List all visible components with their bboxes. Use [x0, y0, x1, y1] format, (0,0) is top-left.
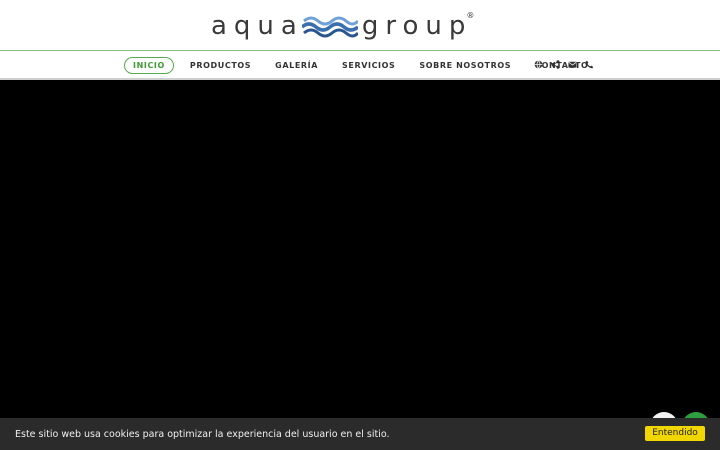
logo-text-aqua: aqua — [211, 11, 304, 41]
phone-icon[interactable] — [585, 60, 594, 69]
nav-item-sobre-nosotros[interactable]: SOBRE NOSOTROS — [419, 58, 511, 73]
registered-mark: ® — [466, 10, 475, 20]
nav-item-inicio[interactable]: INICIO — [124, 57, 174, 74]
cookie-consent-bar: Este sitio web usa cookies para optimiza… — [0, 418, 720, 450]
main-navigation: INICIO PRODUCTOS GALERÍA SERVICIOS SOBRE… — [0, 50, 720, 80]
hero-video-area[interactable] — [0, 81, 720, 418]
share-icon[interactable] — [551, 60, 560, 69]
site-header: aqua group ® — [0, 0, 720, 50]
globe-icon[interactable] — [534, 60, 543, 69]
logo-wave-icon — [301, 16, 358, 38]
nav-icon-group — [534, 60, 602, 69]
nav-item-galeria[interactable]: GALERÍA — [275, 58, 318, 73]
aquagroup-logo[interactable]: aqua group ® — [211, 10, 511, 42]
envelope-icon[interactable] — [568, 60, 577, 69]
nav-item-servicios[interactable]: SERVICIOS — [342, 58, 395, 73]
nav-item-productos[interactable]: PRODUCTOS — [190, 58, 251, 73]
logo-text-group: group — [361, 11, 473, 41]
cookie-accept-button[interactable]: Entendido — [645, 426, 705, 441]
cookie-message: Este sitio web usa cookies para optimiza… — [15, 429, 390, 440]
